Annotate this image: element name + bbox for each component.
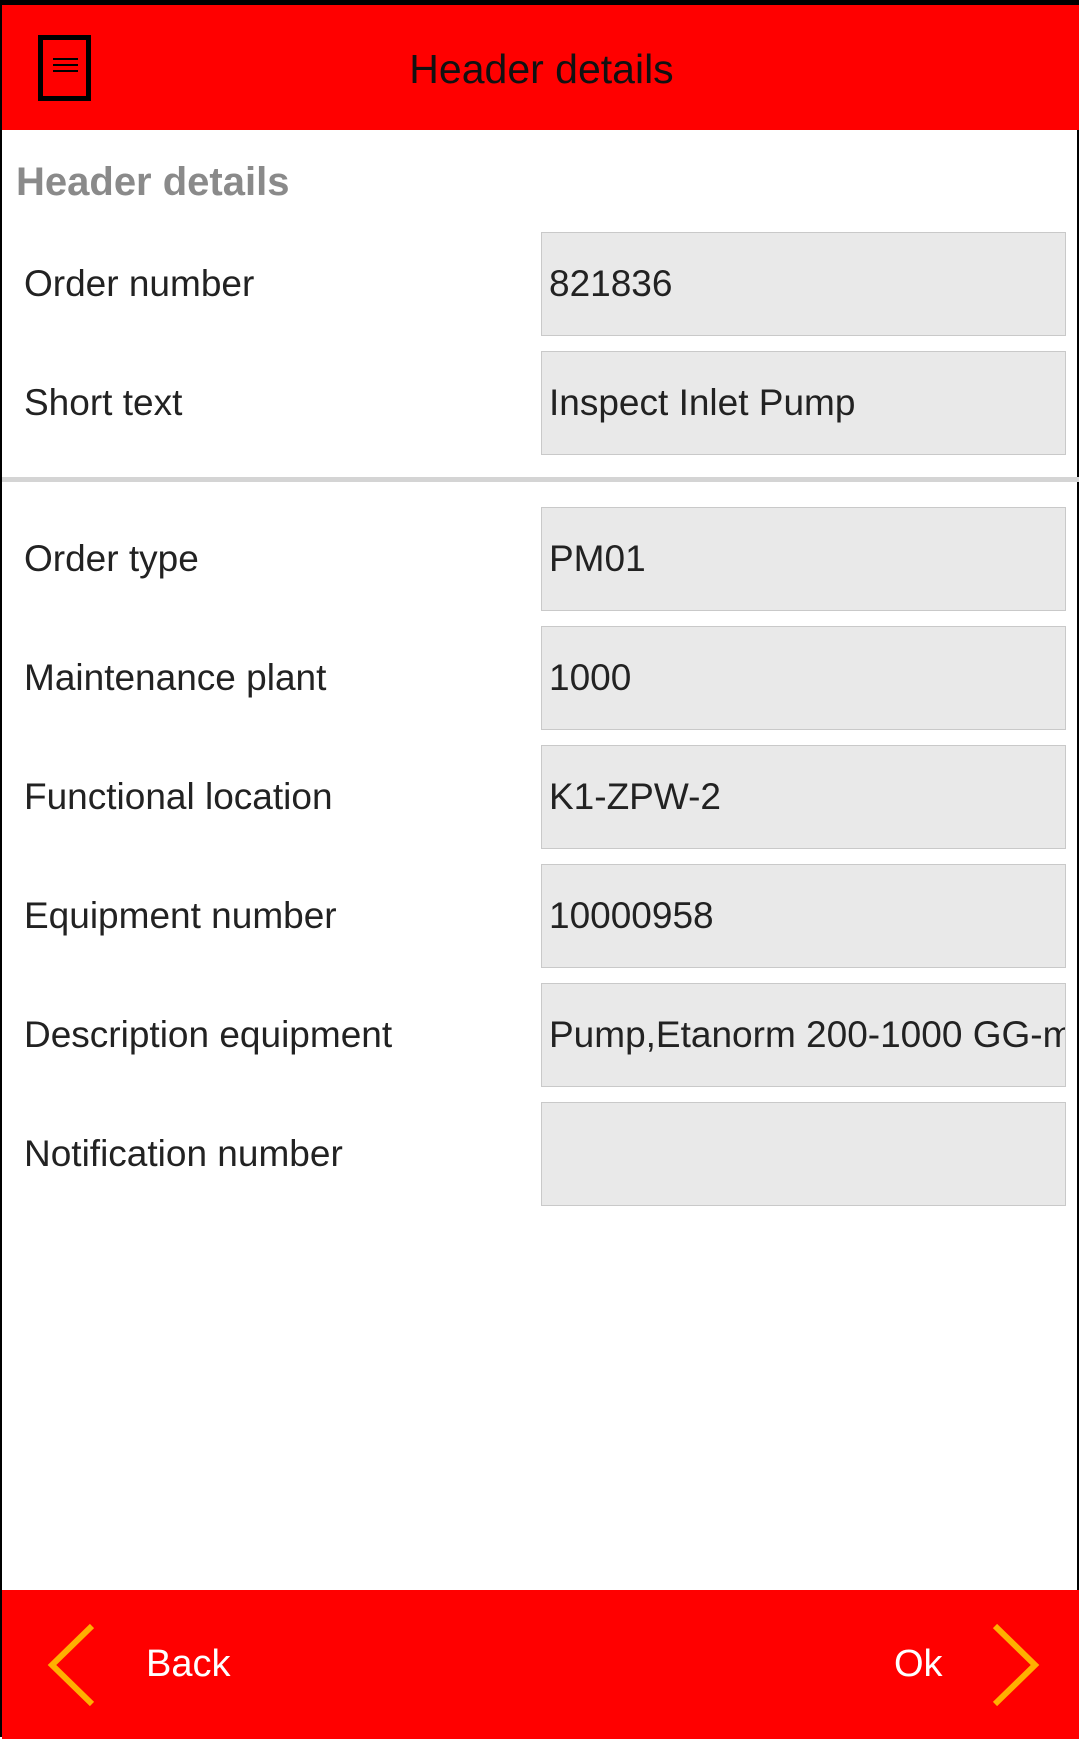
maintenance-plant-label: Maintenance plant [24, 657, 327, 698]
back-button[interactable]: Back [42, 1590, 230, 1739]
order-type-label: Order type [24, 538, 199, 579]
order-number-label: Order number [24, 263, 255, 304]
ok-button-label: Ok [894, 1643, 943, 1685]
section-title: Header details [16, 160, 290, 204]
ok-button[interactable]: Ok [894, 1590, 1045, 1739]
equipment-number-field[interactable]: 10000958 [541, 864, 1066, 968]
notification-number-label: Notification number [24, 1133, 343, 1174]
section-divider [2, 477, 1079, 482]
functional-location-label: Functional location [24, 776, 333, 817]
functional-location-field[interactable]: K1-ZPW-2 [541, 745, 1066, 849]
maintenance-plant-field[interactable]: 1000 [541, 626, 1066, 730]
order-number-field[interactable]: 821836 [541, 232, 1066, 336]
bottom-bar: Back Ok [2, 1590, 1079, 1739]
short-text-field[interactable]: Inspect Inlet Pump [541, 351, 1066, 455]
page-title: Header details [409, 46, 674, 92]
order-type-field[interactable]: PM01 [541, 507, 1066, 611]
back-button-label: Back [146, 1643, 231, 1685]
short-text-label: Short text [24, 382, 183, 423]
app-screen: Header details Header details Order numb… [0, 0, 1079, 1739]
description-equipment-label: Description equipment [24, 1014, 393, 1055]
notification-number-field[interactable] [541, 1102, 1066, 1206]
chevron-right-icon [992, 1623, 1039, 1706]
description-equipment-field[interactable]: Pump,Etanorm 200-1000 GG-m [541, 983, 1066, 1087]
chevron-left-icon [47, 1623, 95, 1706]
top-bar: Header details [2, 2, 1079, 130]
equipment-number-label: Equipment number [24, 895, 337, 936]
